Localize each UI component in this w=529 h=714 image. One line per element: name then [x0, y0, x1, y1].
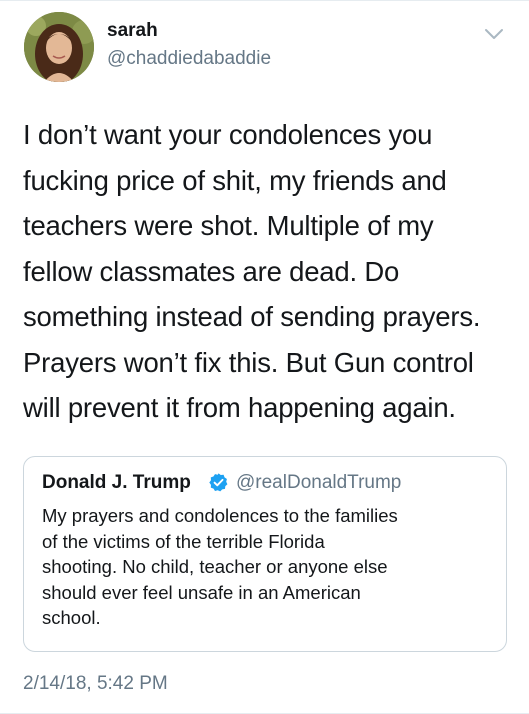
- tweet-text-line: something instead of sending prayers.: [23, 301, 481, 332]
- quoted-tweet-text: My prayers and condolences to the famili…: [42, 503, 497, 631]
- author-name[interactable]: sarah: [107, 20, 158, 42]
- tweet-text-line: will prevent it from happening again.: [23, 392, 456, 423]
- quoted-author-name: Donald J. Trump: [42, 472, 191, 493]
- tweet-timestamp[interactable]: 2/14/18, 5:42 PM: [23, 673, 168, 695]
- tweet-text: I don’t want your condolences you fuckin…: [23, 112, 518, 431]
- quoted-text-line: My prayers and condolences to the famili…: [42, 505, 398, 526]
- tweet-text-line: fucking price of shit, my friends and: [23, 164, 447, 196]
- quoted-text-line: shooting. No child, teacher or anyone el…: [42, 556, 388, 577]
- quoted-author-handle: @realDonaldTrump: [236, 472, 402, 493]
- verified-badge-icon: [208, 472, 229, 493]
- avatar[interactable]: [24, 12, 94, 82]
- quoted-text-line: school.: [42, 607, 101, 628]
- tweet-text-line: fellow classmates are dead. Do: [23, 255, 400, 287]
- chevron-down-icon[interactable]: [483, 26, 505, 42]
- tweet-text-line: teachers were shot. Multiple of my: [23, 210, 434, 241]
- quoted-text-line: should ever feel unsafe in an American: [42, 581, 361, 603]
- top-divider: [0, 0, 529, 1]
- quoted-text-line: of the victims of the terrible Florida: [42, 530, 325, 552]
- tweet-text-line: I don’t want your condolences you: [23, 119, 433, 150]
- quoted-tweet-card[interactable]: Donald J. Trump @realDonaldTrump My pray…: [23, 456, 507, 652]
- author-handle[interactable]: @chaddiedabaddie: [107, 48, 271, 70]
- tweet-text-line: Prayers won’t fix this. But Gun control: [23, 346, 474, 378]
